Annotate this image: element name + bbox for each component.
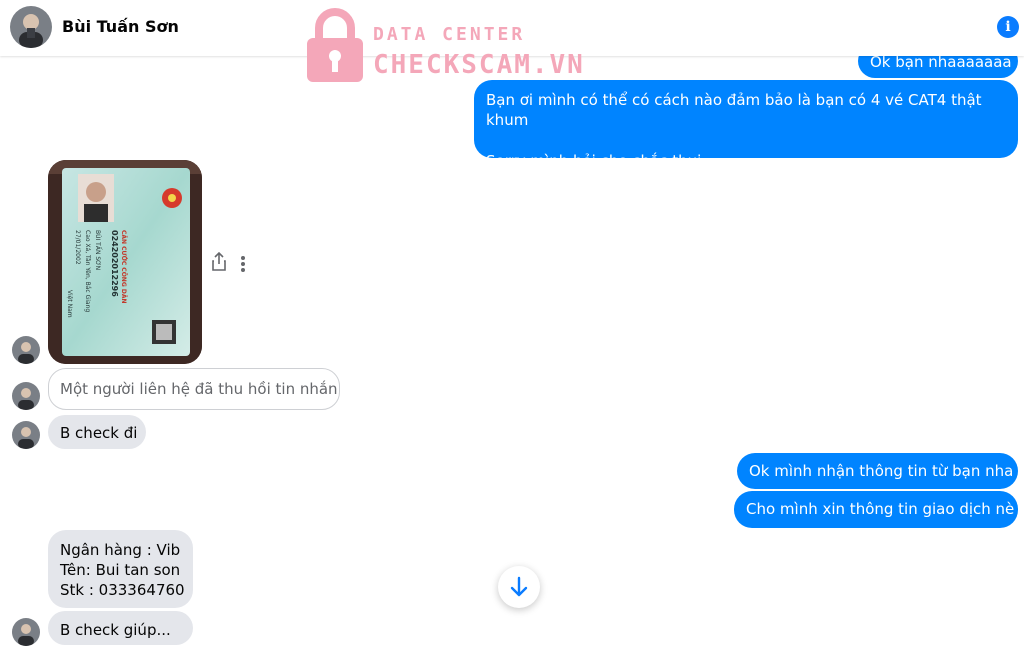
message-outgoing[interactable]: Ok mình nhận thông tin từ bạn nha bbox=[737, 453, 1018, 489]
id-card-photo[interactable]: CĂN CƯỚC CÔNG DÂN 024202012296 BÙI TẤN S… bbox=[48, 160, 202, 364]
sender-avatar[interactable] bbox=[12, 618, 40, 646]
svg-text:CĂN CƯỚC CÔNG DÂN: CĂN CƯỚC CÔNG DÂN bbox=[120, 230, 127, 304]
scroll-to-bottom-button[interactable] bbox=[498, 566, 540, 608]
message-outgoing[interactable]: Bạn ơi mình có thể có cách nào đảm bảo l… bbox=[474, 80, 1018, 170]
message-text: B check đi bbox=[60, 424, 138, 442]
more-options-icon[interactable] bbox=[240, 255, 246, 273]
message-incoming[interactable]: Ngân hàng : Vib Tên: Bui tan son Stk : 0… bbox=[48, 530, 193, 608]
contact-avatar[interactable] bbox=[10, 6, 52, 48]
sender-avatar[interactable] bbox=[12, 382, 40, 410]
message-text: Cho mình xin thông tin giao dịch nè bbox=[746, 500, 1015, 518]
contact-name[interactable]: Bùi Tuấn Sơn bbox=[62, 17, 179, 36]
message-incoming[interactable]: B check giúp... bbox=[48, 611, 193, 645]
svg-text:Cao Xá, Tân Yên, Bắc Giang: Cao Xá, Tân Yên, Bắc Giang bbox=[84, 230, 91, 312]
sender-avatar[interactable] bbox=[12, 421, 40, 449]
svg-text:BÙI TẤN SƠN: BÙI TẤN SƠN bbox=[94, 230, 102, 270]
svg-text:Việt Nam: Việt Nam bbox=[66, 290, 73, 318]
arrow-down-icon bbox=[510, 576, 528, 597]
share-icon[interactable] bbox=[211, 252, 227, 272]
message-text: Một người liên hệ đã thu hồi tin nhắn bbox=[60, 380, 338, 398]
svg-text:27/01/2002: 27/01/2002 bbox=[74, 230, 81, 265]
message-text: Ok mình nhận thông tin từ bạn nha bbox=[749, 462, 1014, 480]
info-icon[interactable]: i bbox=[997, 16, 1019, 38]
message-text: Sorry mình hỏi cho chắc thui bbox=[486, 152, 702, 170]
message-text: Bạn ơi mình có thể có cách nào đảm bảo l… bbox=[486, 91, 982, 129]
message-text: B check giúp... bbox=[60, 621, 171, 639]
message-text: Ngân hàng : Vib bbox=[60, 541, 181, 559]
recalled-message: Một người liên hệ đã thu hồi tin nhắn bbox=[48, 368, 340, 410]
sender-avatar[interactable] bbox=[12, 336, 40, 364]
message-text: Stk : 033364760 bbox=[60, 581, 185, 599]
message-text: Tên: Bui tan son bbox=[60, 561, 181, 579]
svg-text:024202012296: 024202012296 bbox=[110, 230, 119, 297]
message-outgoing[interactable]: Cho mình xin thông tin giao dịch nè bbox=[734, 491, 1018, 528]
chat-header: Bùi Tuấn Sơn i bbox=[0, 0, 1024, 56]
message-incoming[interactable]: B check đi bbox=[48, 415, 146, 449]
